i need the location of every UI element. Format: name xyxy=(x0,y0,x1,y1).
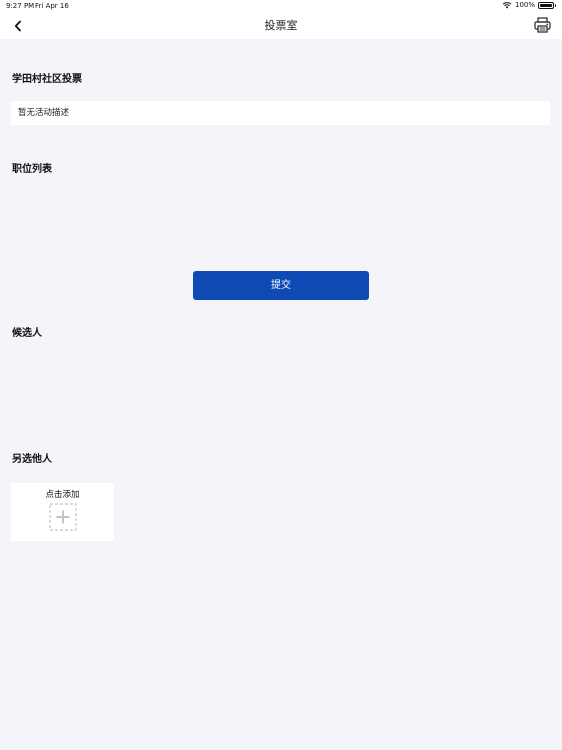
status-date: Fri Apr 16 xyxy=(35,2,69,10)
printer-icon xyxy=(533,17,551,33)
status-time: 9:27 PM xyxy=(6,2,35,10)
candidates-section-title: 候选人 xyxy=(12,328,42,339)
positions-section-title: 职位列表 xyxy=(12,164,52,175)
activity-title: 学田村社区投票 xyxy=(12,74,82,85)
navigation-bar: 投票室 xyxy=(0,12,562,39)
plus-icon[interactable] xyxy=(49,503,77,531)
activity-description: 暂无活动描述 xyxy=(11,101,550,125)
status-indicators: 100% xyxy=(502,1,556,9)
battery-percent: 100% xyxy=(514,1,535,9)
submit-button[interactable]: 提交 xyxy=(193,271,369,300)
battery-icon xyxy=(538,1,556,9)
add-label: 点击添加 xyxy=(45,490,80,500)
add-other-candidate-card[interactable]: 点击添加 xyxy=(11,483,114,541)
page-title: 投票室 xyxy=(264,19,298,32)
print-button[interactable] xyxy=(532,15,552,35)
wifi-icon xyxy=(502,2,512,9)
status-bar: 9:27 PM Fri Apr 16 100% xyxy=(0,0,562,12)
others-section-title: 另选他人 xyxy=(12,454,52,465)
